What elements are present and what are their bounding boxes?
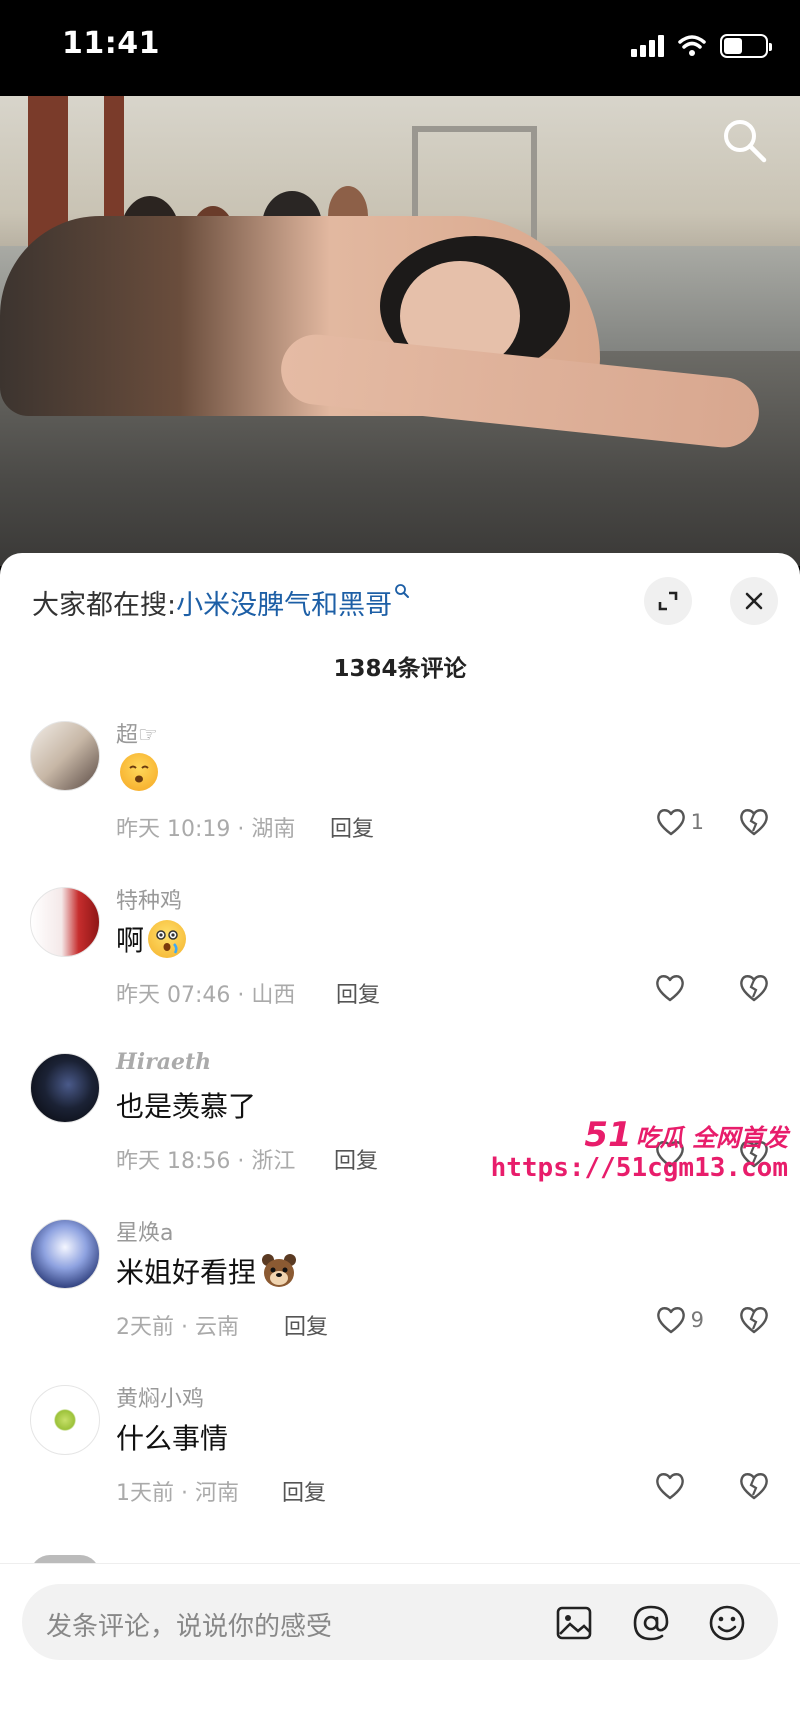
like-button[interactable] (654, 973, 690, 1003)
comment-meta: 1天前 · 河南 (116, 1481, 239, 1506)
comment-body: 也是羡慕了 (116, 1090, 257, 1123)
heart-icon (656, 1307, 685, 1334)
comment-username[interactable]: 星焕a (116, 1215, 173, 1247)
reply-button[interactable]: 回复 (336, 977, 380, 1009)
dislike-button[interactable] (738, 1305, 770, 1339)
emoji-icon[interactable] (706, 1602, 748, 1644)
comment-meta: 2天前 · 云南 (116, 1315, 239, 1340)
comment-text: 也是羡慕了 (116, 1085, 256, 1125)
status-time: 11:41 (62, 26, 160, 61)
avatar[interactable] (30, 1385, 100, 1455)
close-button[interactable] (730, 577, 778, 625)
broken-heart-icon (740, 1473, 768, 1500)
avatar[interactable] (30, 1053, 100, 1123)
comment-username[interactable]: 黄焖小鸡 (116, 1381, 204, 1413)
broken-heart-icon (740, 1307, 768, 1334)
mention-icon[interactable] (630, 1602, 672, 1644)
broken-heart-icon (740, 809, 768, 836)
dog-sticker-icon (260, 1252, 298, 1290)
comment-body: 米姐好看捏 (116, 1256, 257, 1289)
hot-search-label: 大家都在搜: (32, 590, 177, 621)
surprised-face-icon (120, 753, 158, 791)
avatar[interactable] (30, 721, 100, 791)
comment-meta: 昨天 10:19 · 湖南 (116, 817, 296, 842)
video-player[interactable] (0, 96, 800, 566)
comment-item: 特种鸡 啊 昨天 07:46 · 山西 回复 (0, 879, 800, 1045)
like-button[interactable]: 1 (655, 807, 704, 837)
cellular-signal-icon (631, 35, 664, 57)
broken-heart-icon (740, 975, 768, 1002)
watermark: 51 吃瓜 全网首发 https://51cgm13.com (491, 1115, 796, 1183)
dislike-button[interactable] (738, 1471, 770, 1505)
heart-icon (656, 975, 684, 1002)
comment-meta: 昨天 18:56 · 浙江 (116, 1149, 296, 1174)
hot-search-term[interactable]: 小米没脾气和黑哥 (176, 590, 392, 621)
astonished-face-icon (148, 920, 187, 958)
hot-search[interactable]: 大家都在搜:小米没脾气和黑哥 (32, 583, 410, 622)
like-button[interactable]: 9 (655, 1305, 704, 1335)
comment-username[interactable]: 特种鸡 (116, 883, 182, 915)
watermark-brand-text: 吃瓜 全网首发 (635, 1124, 788, 1152)
reply-button[interactable]: 回复 (282, 1475, 326, 1507)
comment-item: 超☞ 昨天 10:19 · 湖南 回复 1 (0, 713, 800, 879)
like-count: 1 (690, 810, 704, 834)
search-icon (395, 584, 410, 598)
image-icon[interactable] (554, 1602, 596, 1644)
comment-item: 黄焖小鸡 什么事情 1天前 · 河南 回复 (0, 1377, 800, 1543)
search-icon[interactable] (720, 116, 768, 164)
comment-text: 米姐好看捏 (116, 1251, 298, 1291)
comment-input-bar: 发条评论，说说你的感受 (0, 1563, 800, 1731)
expand-button[interactable] (644, 577, 692, 625)
watermark-url: https://51cgm13.com (490, 1153, 788, 1183)
battery-icon (720, 34, 772, 58)
heart-icon (656, 1473, 684, 1500)
status-icons (631, 34, 772, 58)
reply-button[interactable]: 回复 (334, 1143, 378, 1175)
comment-text: 什么事情 (116, 1417, 228, 1457)
expand-icon (658, 591, 678, 611)
avatar[interactable] (30, 887, 100, 957)
wifi-icon (678, 35, 706, 56)
watermark-brand: 51 吃瓜 全网首发 (584, 1115, 788, 1155)
reply-button[interactable]: 回复 (330, 811, 374, 843)
comment-username[interactable]: Hiraeth (116, 1049, 211, 1075)
comment-count: 1384条评论 (333, 656, 467, 682)
reply-button[interactable]: 回复 (284, 1309, 328, 1341)
like-count: 9 (690, 1308, 704, 1332)
comment-text (116, 753, 158, 791)
dislike-button[interactable] (738, 973, 770, 1007)
avatar[interactable] (30, 1219, 100, 1289)
status-bar: 11:41 (0, 0, 800, 96)
sheet-header: 大家都在搜:小米没脾气和黑哥 (0, 553, 800, 643)
comment-username[interactable]: 超☞ (116, 717, 158, 749)
comment-input[interactable]: 发条评论，说说你的感受 (22, 1584, 778, 1660)
comment-text: 啊 (116, 919, 187, 959)
comment-input-placeholder: 发条评论，说说你的感受 (46, 1612, 333, 1642)
dislike-button[interactable] (738, 807, 770, 841)
comment-body: 什么事情 (116, 1422, 229, 1455)
like-button[interactable] (654, 1471, 690, 1501)
comment-meta: 昨天 07:46 · 山西 (116, 983, 296, 1008)
close-icon (745, 592, 763, 610)
comment-item: 星焕a 米姐好看捏 2天前 · 云南 回复 9 (0, 1211, 800, 1377)
watermark-brand-number: 51 (584, 1115, 632, 1155)
heart-icon (656, 809, 685, 836)
comment-body: 啊 (116, 924, 145, 957)
